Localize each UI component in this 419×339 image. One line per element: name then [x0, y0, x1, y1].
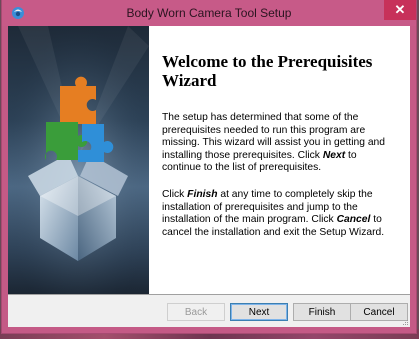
- finish-text-1: Click: [162, 189, 188, 200]
- cancel-button[interactable]: Cancel: [350, 303, 408, 321]
- wizard-sidebar-banner: [8, 26, 149, 294]
- finish-button[interactable]: Finish: [293, 303, 351, 321]
- wizard-content: Welcome to the Prerequisites Wizard The …: [149, 26, 410, 294]
- setup-window: Body Worn Camera Tool Setup ✕ Welcome to…: [2, 0, 416, 333]
- title-bar[interactable]: Body Worn Camera Tool Setup ✕: [2, 0, 416, 26]
- close-icon: ✕: [394, 2, 406, 17]
- intro-paragraph: The setup has determined that some of th…: [162, 112, 398, 175]
- wizard-client-area: Welcome to the Prerequisites Wizard The …: [8, 26, 410, 327]
- next-button[interactable]: Next: [230, 303, 288, 321]
- wizard-footer: Back Next Finish Cancel: [8, 295, 410, 327]
- finish-cancel-paragraph: Click Finish at any time to completely s…: [162, 189, 398, 239]
- intro-next-emphasis: Next: [322, 149, 346, 161]
- back-button[interactable]: Back: [167, 303, 225, 321]
- wizard-heading: Welcome to the Prerequisites Wizard: [162, 52, 373, 90]
- finish-emphasis: Finish: [187, 189, 218, 200]
- resize-grip-icon[interactable]: [401, 318, 409, 326]
- window-title: Body Worn Camera Tool Setup: [126, 6, 292, 20]
- cancel-emphasis: Cancel: [336, 214, 371, 225]
- puzzle-box-illustration: [8, 26, 149, 294]
- close-button[interactable]: ✕: [384, 0, 416, 20]
